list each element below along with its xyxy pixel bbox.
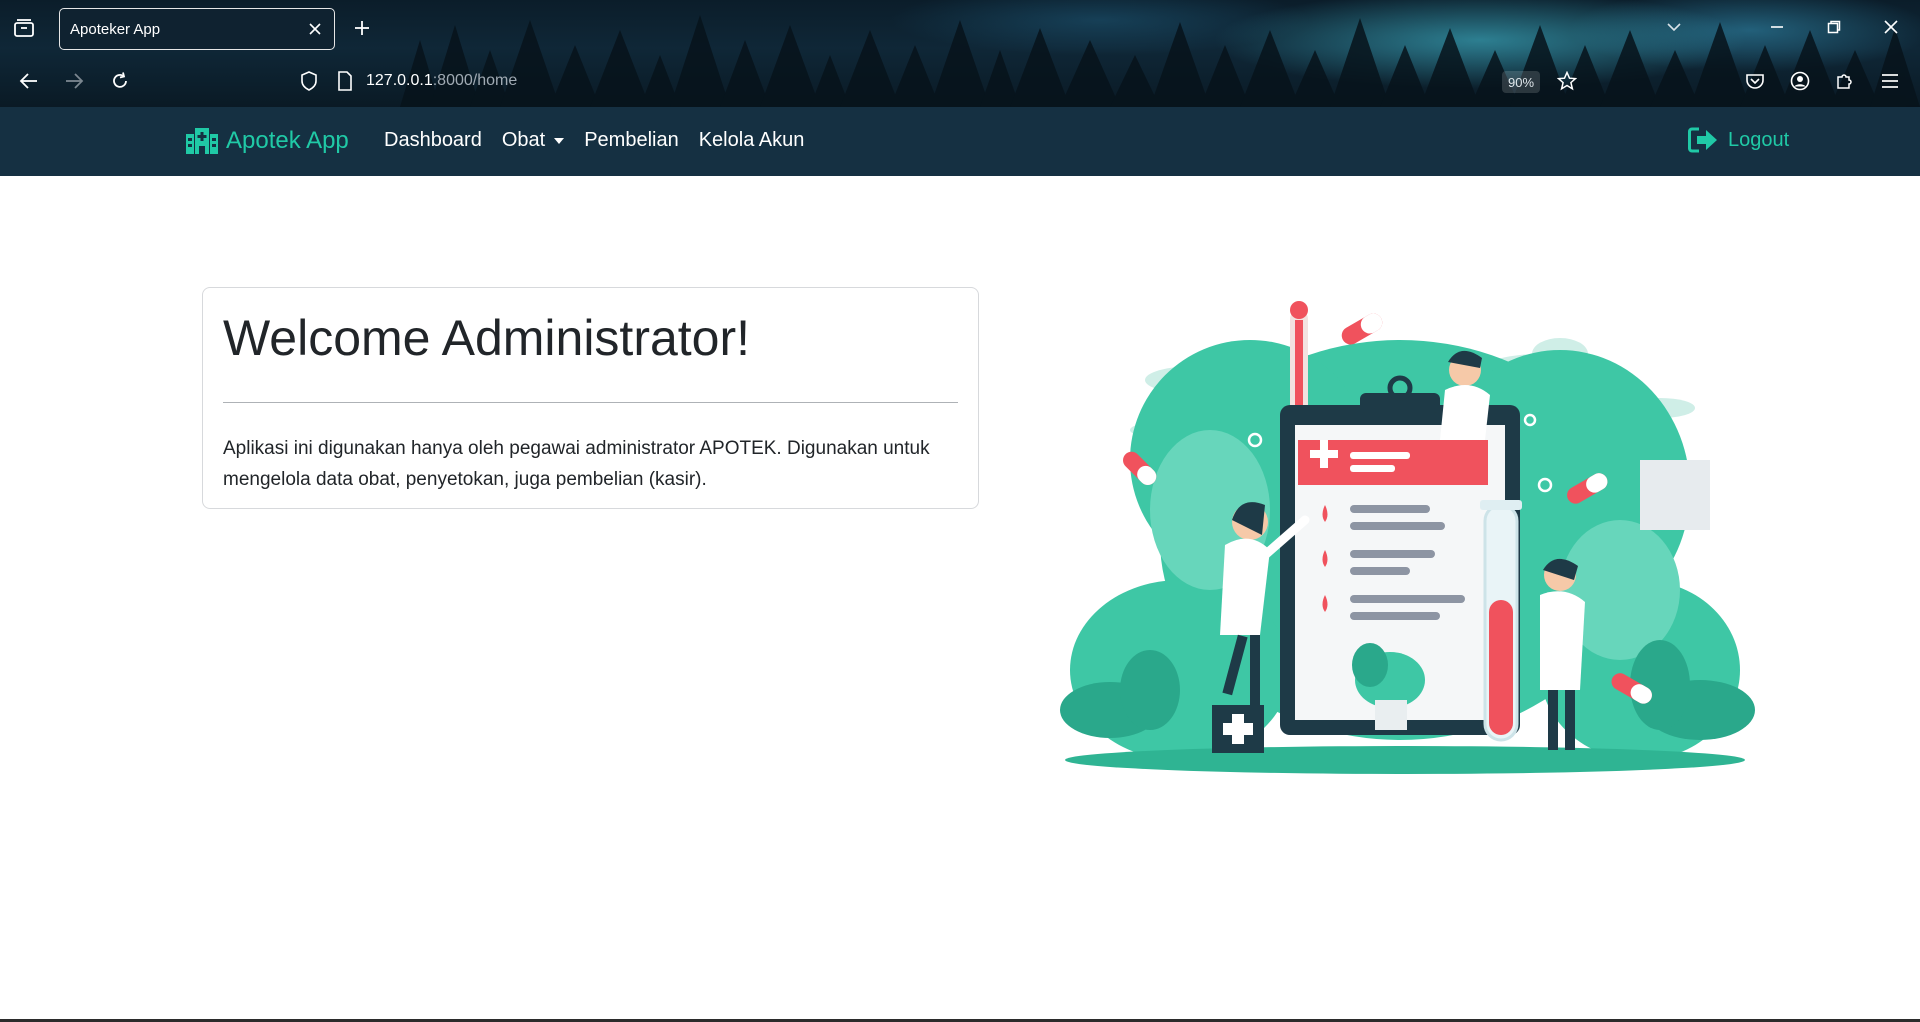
minimize-icon — [1771, 26, 1783, 28]
arrow-right-icon — [66, 73, 84, 89]
restore-icon — [1827, 20, 1841, 34]
arrow-left-icon — [19, 73, 37, 89]
tab-title: Apoteker App — [70, 20, 161, 38]
close-window-icon — [1884, 20, 1898, 34]
logout-link[interactable]: Logout — [1688, 127, 1789, 153]
welcome-description: Aplikasi ini digunakan hanya oleh pegawa… — [223, 437, 930, 490]
back-button[interactable] — [14, 67, 44, 95]
brand-link[interactable]: Apotek App — [186, 127, 349, 155]
shield-icon — [301, 71, 317, 91]
page-icon — [338, 71, 352, 91]
sign-out-icon — [1688, 127, 1717, 153]
tab-list-icon — [14, 19, 34, 37]
account-icon — [1790, 71, 1810, 91]
hamburger-menu-icon — [1882, 74, 1898, 88]
nav-obat-label: Obat — [501, 129, 546, 151]
chevron-down-icon — [1667, 23, 1681, 32]
forward-button[interactable] — [59, 67, 89, 95]
main-menu: Dashboard Obat Pembelian Kelola Akun — [384, 129, 824, 152]
close-tab-button[interactable] — [306, 20, 324, 38]
reload-button[interactable] — [105, 67, 135, 95]
reload-icon — [113, 72, 127, 88]
url-host: 127.0.0.1 — [366, 72, 433, 89]
plus-icon — [355, 21, 369, 35]
extensions-button[interactable] — [1830, 67, 1860, 95]
pocket-button[interactable] — [1740, 67, 1770, 95]
tracking-protection-button[interactable] — [294, 67, 324, 95]
url-bar[interactable]: 127.0.0.1:8000/home — [366, 63, 1666, 99]
welcome-title: Welcome Administrator! — [223, 310, 751, 366]
nav-obat-dropdown[interactable]: Obat — [501, 129, 565, 152]
browser-toolbar: 127.0.0.1:8000/home 90% — [0, 55, 1920, 107]
tab-list-button[interactable] — [10, 15, 38, 41]
page-info-button[interactable] — [330, 67, 360, 95]
list-all-tabs-button[interactable] — [1659, 14, 1689, 40]
divider — [223, 401, 958, 403]
hospital-icon — [186, 128, 218, 154]
new-tab-button[interactable] — [350, 15, 374, 41]
bookmark-button[interactable] — [1552, 67, 1582, 95]
welcome-card: Welcome Administrator! Aplikasi ini digu… — [202, 287, 979, 509]
pocket-icon — [1746, 74, 1764, 89]
brand-name: Apotek App — [226, 127, 349, 154]
logout-label: Logout — [1728, 128, 1790, 151]
app-menu-button[interactable] — [1875, 67, 1905, 95]
close-icon — [309, 23, 321, 35]
minimize-button[interactable] — [1762, 14, 1792, 40]
caret-down-icon — [554, 137, 565, 144]
nav-pembelian[interactable]: Pembelian — [584, 129, 679, 152]
browser-chrome: Apoteker App 127.0.0.1:8000/home 90% — [0, 0, 1920, 107]
star-icon — [1557, 71, 1577, 91]
nav-dashboard[interactable]: Dashboard — [384, 129, 482, 152]
browser-tab-active[interactable]: Apoteker App — [59, 8, 335, 50]
zoom-level-badge[interactable]: 90% — [1502, 71, 1541, 93]
account-button[interactable] — [1785, 67, 1815, 95]
pharmacy-illustration — [1060, 301, 1755, 774]
restore-button[interactable] — [1819, 14, 1849, 40]
close-window-button[interactable] — [1876, 14, 1906, 40]
nav-kelola-akun[interactable]: Kelola Akun — [699, 129, 805, 152]
url-path: :8000/home — [432, 72, 518, 89]
puzzle-icon — [1837, 74, 1852, 89]
app-navbar: Apotek App Dashboard Obat Pembelian Kelo… — [0, 107, 1920, 176]
tab-strip: Apoteker App — [0, 0, 1920, 55]
